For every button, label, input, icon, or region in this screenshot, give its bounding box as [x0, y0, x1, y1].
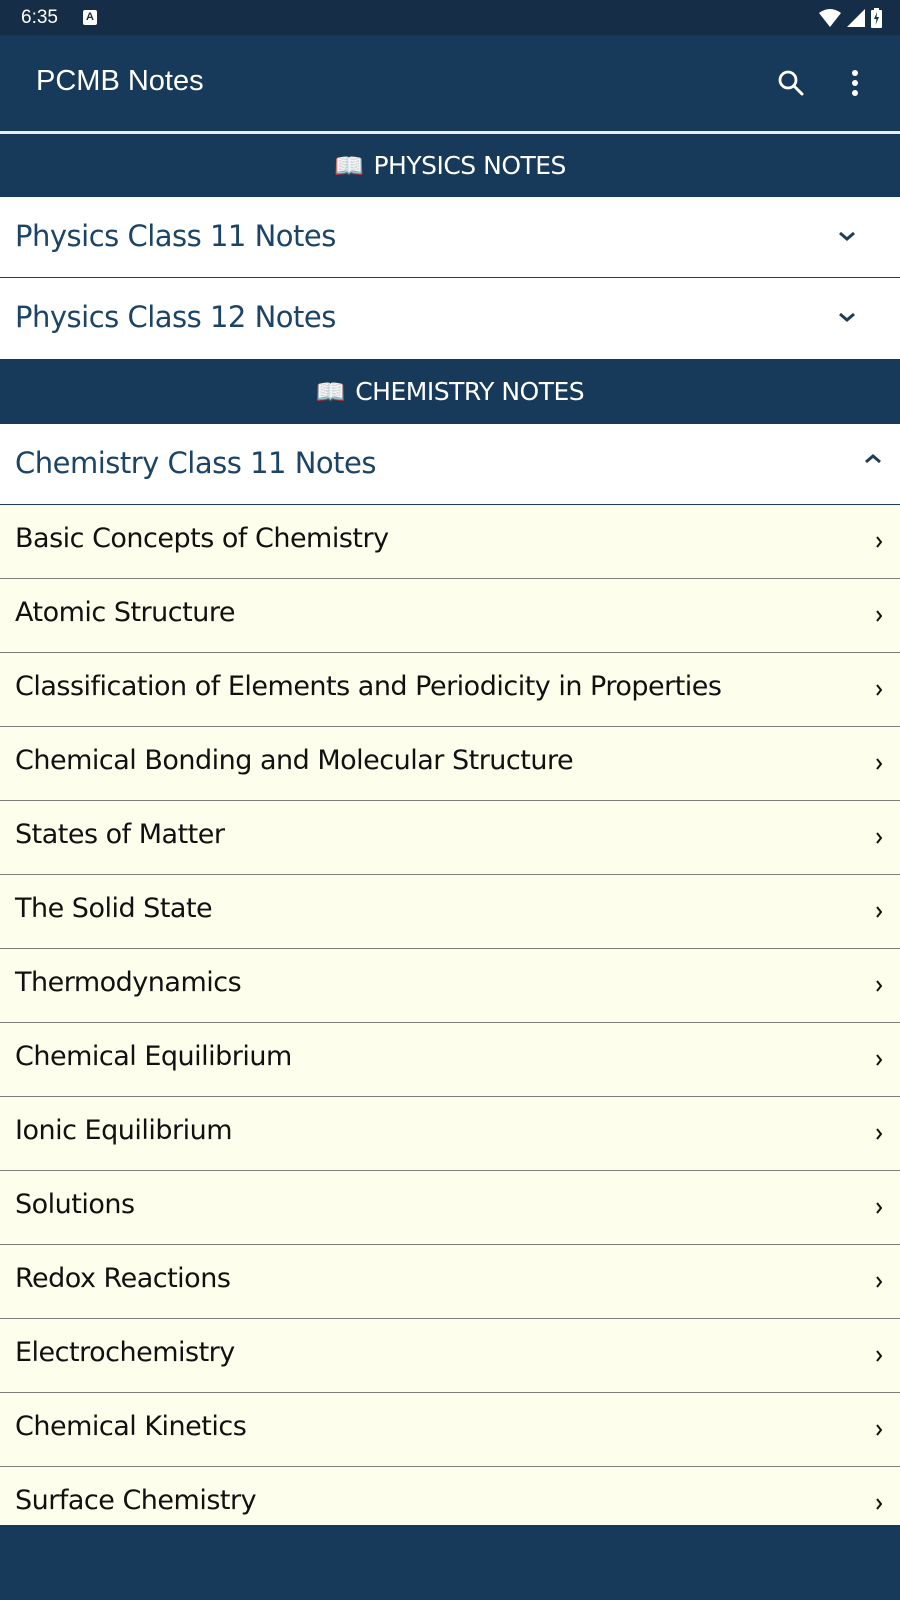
chevron-right-icon — [876, 832, 883, 844]
chevron-right-icon — [876, 1202, 883, 1214]
notes-list[interactable]: 📖 PHYSICS NOTES Physics Class 11 Notes P… — [0, 134, 900, 1525]
list-item[interactable]: Electrochemistry — [0, 1319, 900, 1393]
chevron-right-icon — [876, 758, 883, 770]
list-item-label: Surface Chemistry — [15, 1485, 257, 1516]
more-vert-icon[interactable] — [840, 68, 870, 98]
list-item[interactable]: Thermodynamics — [0, 949, 900, 1023]
bottom-navigation-bar — [0, 1525, 900, 1600]
wifi-icon — [819, 9, 841, 27]
list-item[interactable]: Chemical Kinetics — [0, 1393, 900, 1467]
a-letter-icon: A — [83, 10, 97, 25]
section-title: CHEMISTRY NOTES — [355, 377, 585, 406]
accordion-chemistry-class-11[interactable]: Chemistry Class 11 Notes — [0, 424, 900, 505]
chevron-right-icon — [876, 1350, 883, 1362]
signal-icon — [847, 9, 865, 27]
list-item-label: Ionic Equilibrium — [15, 1115, 233, 1146]
list-item-label: Classification of Elements and Periodici… — [15, 671, 722, 702]
list-item[interactable]: Solutions — [0, 1171, 900, 1245]
list-item[interactable]: Classification of Elements and Periodici… — [0, 653, 900, 727]
list-item[interactable]: Chemical Bonding and Molecular Structure — [0, 727, 900, 801]
chemistry-class-11-items: Basic Concepts of Chemistry Atomic Struc… — [0, 505, 900, 1525]
search-icon[interactable] — [776, 68, 806, 98]
list-item-label: The Solid State — [15, 893, 213, 924]
chevron-right-icon — [876, 1128, 883, 1140]
list-item-label: Chemical Equilibrium — [15, 1041, 292, 1072]
list-item[interactable]: Ionic Equilibrium — [0, 1097, 900, 1171]
app-bar: PCMB Notes — [0, 35, 900, 131]
list-item-label: Chemical Kinetics — [15, 1411, 247, 1442]
book-icon: 📖 — [334, 151, 364, 180]
section-header-chemistry: 📖 CHEMISTRY NOTES — [0, 359, 900, 424]
list-item-label: Basic Concepts of Chemistry — [15, 523, 389, 554]
chevron-right-icon — [876, 684, 883, 696]
chevron-down-icon — [839, 231, 855, 241]
app-title: PCMB Notes — [36, 65, 204, 97]
battery-charging-icon — [871, 8, 882, 28]
accordion-label: Chemistry Class 11 Notes — [15, 446, 376, 480]
list-item-label: Atomic Structure — [15, 597, 235, 628]
accordion-physics-class-11[interactable]: Physics Class 11 Notes — [0, 197, 900, 278]
list-item[interactable]: The Solid State — [0, 875, 900, 949]
list-item-label: Solutions — [15, 1189, 135, 1220]
chevron-right-icon — [876, 536, 883, 548]
chevron-right-icon — [876, 980, 883, 992]
accordion-label: Physics Class 11 Notes — [15, 219, 336, 253]
chevron-right-icon — [876, 610, 883, 622]
status-time: 6:35 — [21, 7, 58, 28]
list-item-label: Thermodynamics — [15, 967, 242, 998]
list-item[interactable]: Surface Chemistry — [0, 1467, 900, 1525]
list-item[interactable]: Atomic Structure — [0, 579, 900, 653]
status-indicators — [819, 8, 882, 28]
list-item-label: Chemical Bonding and Molecular Structure — [15, 745, 574, 776]
chevron-right-icon — [876, 1276, 883, 1288]
chevron-down-icon — [839, 312, 855, 322]
chevron-right-icon — [876, 906, 883, 918]
list-item-label: States of Matter — [15, 819, 225, 850]
status-bar: 6:35 A — [0, 0, 900, 35]
list-item-label: Electrochemistry — [15, 1337, 235, 1368]
list-item[interactable]: States of Matter — [0, 801, 900, 875]
list-item[interactable]: Basic Concepts of Chemistry — [0, 505, 900, 579]
chevron-right-icon — [876, 1498, 883, 1510]
list-item[interactable]: Redox Reactions — [0, 1245, 900, 1319]
list-item[interactable]: Chemical Equilibrium — [0, 1023, 900, 1097]
book-icon: 📖 — [315, 377, 346, 406]
list-item-label: Redox Reactions — [15, 1263, 231, 1294]
chevron-right-icon — [876, 1424, 883, 1436]
section-title: PHYSICS NOTES — [373, 151, 566, 180]
accordion-label: Physics Class 12 Notes — [15, 300, 336, 334]
chevron-right-icon — [876, 1054, 883, 1066]
accordion-physics-class-12[interactable]: Physics Class 12 Notes — [0, 278, 900, 359]
section-header-physics: 📖 PHYSICS NOTES — [0, 134, 900, 197]
chevron-up-icon — [865, 454, 881, 464]
